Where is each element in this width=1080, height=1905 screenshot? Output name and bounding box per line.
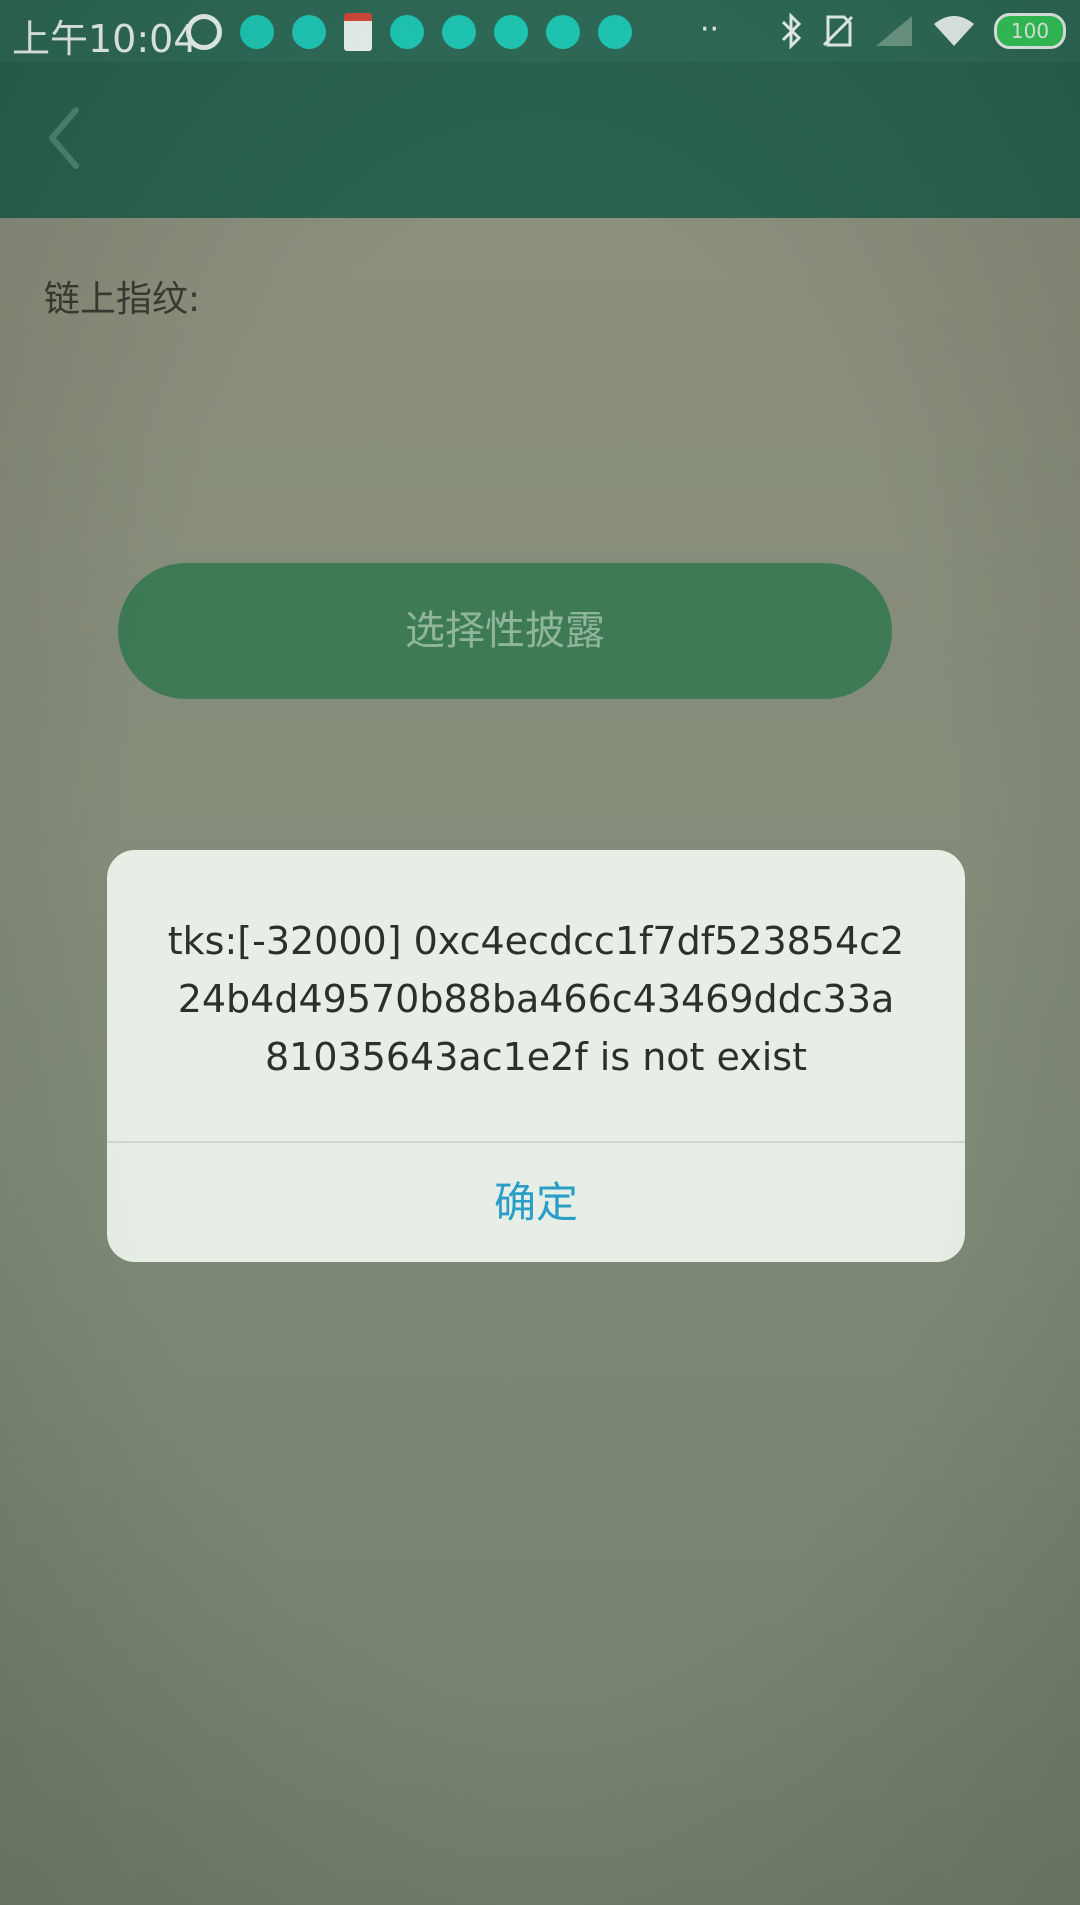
app-screen: 上午10:04 ·· 100 链上指纹: 选择性披露 tks:[-32000] …	[0, 0, 1080, 1905]
status-bar: 上午10:04 ·· 100	[0, 0, 1080, 62]
wifi-icon	[934, 16, 974, 46]
onchain-fingerprint-label: 链上指纹:	[44, 279, 201, 320]
notification-dot-icon	[292, 15, 326, 49]
app-toolbar	[0, 62, 1080, 218]
confirm-button[interactable]: 确定	[107, 1143, 965, 1262]
notification-dot-icon	[390, 15, 424, 49]
more-notifications-indicator: ··	[700, 12, 720, 47]
dialog-message: tks:[-32000] 0xc4ecdcc1f7df523854c224b4d…	[167, 919, 905, 1079]
system-icons: 100	[780, 10, 1066, 52]
signal-icon	[876, 16, 912, 46]
record-icon	[186, 14, 222, 50]
chevron-left-icon[interactable]	[30, 98, 110, 178]
notification-dot-icon	[598, 15, 632, 49]
selective-disclosure-button[interactable]: 选择性披露	[118, 563, 892, 699]
battery-icon: 100	[994, 13, 1066, 49]
notification-dot-icon	[546, 15, 580, 49]
calendar-icon	[344, 13, 372, 51]
bluetooth-icon	[781, 13, 802, 49]
notification-icons	[186, 12, 632, 52]
error-dialog: tks:[-32000] 0xc4ecdcc1f7df523854c224b4d…	[107, 850, 965, 1262]
notification-dot-icon	[240, 15, 274, 49]
notification-dot-icon	[442, 15, 476, 49]
notification-dot-icon	[494, 15, 528, 49]
no-sim-icon	[822, 15, 854, 47]
status-time: 上午10:04	[12, 17, 198, 61]
